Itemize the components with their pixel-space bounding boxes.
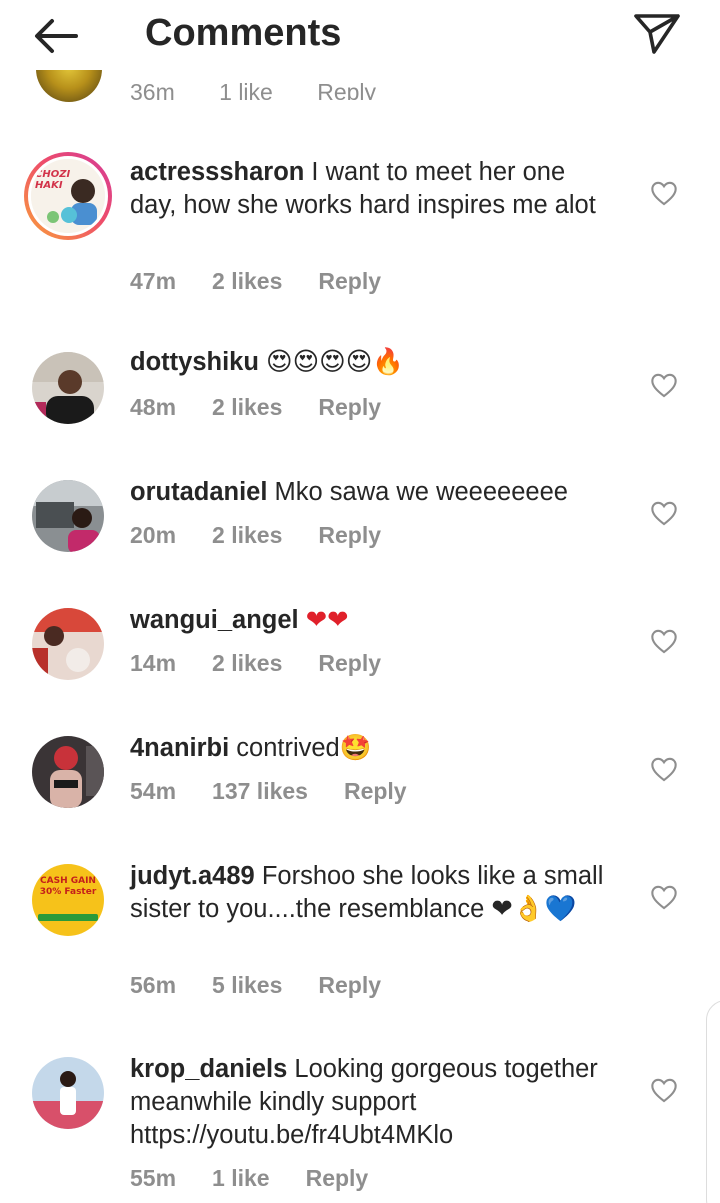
comment-username[interactable]: krop_daniels [130, 1055, 287, 1083]
avatar-image [32, 480, 104, 552]
comment-text: orutadaniel Mko sawa we weeeeeeee [130, 476, 630, 509]
floating-panel-edge[interactable] [706, 1000, 720, 1203]
avatar-logo-text: CASH GAIN 30% Faster [39, 876, 97, 897]
comment-time: 20m [130, 522, 177, 548]
arrow-left-icon[interactable] [30, 14, 82, 58]
comment-text: krop_daniels Looking gorgeous together m… [130, 1053, 610, 1152]
comment-meta: 48m 2 likes Reply [130, 394, 417, 421]
heart-outline-icon[interactable] [650, 628, 678, 654]
heart-outline-icon[interactable] [650, 884, 678, 910]
avatar-image [32, 1057, 104, 1129]
avatar[interactable] [32, 352, 104, 424]
reply-button[interactable]: Reply [306, 1165, 369, 1192]
comment-username[interactable]: orutadaniel [130, 478, 267, 506]
comment-username[interactable]: actresssharon [130, 158, 304, 186]
comment-username[interactable]: 4nanirbi [130, 734, 229, 762]
comment-time: 56m [130, 972, 177, 998]
comment-username[interactable]: dottyshiku [130, 348, 259, 376]
comment-text: wangui_angel ❤❤ [130, 604, 630, 637]
reply-button[interactable]: Reply [318, 268, 381, 295]
comment-likes[interactable]: 5 likes [212, 972, 282, 999]
avatar[interactable] [32, 1057, 104, 1129]
comment-meta: 20m 2 likes Reply [130, 522, 417, 549]
avatar[interactable] [32, 608, 104, 680]
avatar[interactable]: CASH GAIN 30% Faster [32, 864, 104, 936]
comment-body: 😍😍😍😍🔥 [258, 348, 405, 376]
avatar[interactable] [32, 480, 104, 552]
comment-meta: 54m 137 likes Reply [130, 778, 443, 805]
paper-plane-icon[interactable] [630, 8, 684, 56]
comment-time: 47m [130, 268, 177, 294]
comment-time: 36m [130, 79, 175, 100]
heart-outline-icon[interactable] [650, 756, 678, 782]
comment-text: 4nanirbi contrived🤩 [130, 732, 630, 765]
comment-time: 54m [130, 778, 177, 804]
avatar[interactable] [32, 736, 104, 808]
reply-button[interactable]: Reply [344, 778, 407, 805]
reply-button[interactable]: Reply [318, 522, 381, 549]
reply-button[interactable]: Reply [318, 650, 381, 677]
comment-meta: 36m 1 like Reply [130, 78, 414, 100]
comment-time: 48m [130, 394, 177, 420]
top-bar: Comments [0, 0, 720, 70]
comment-time: 14m [130, 650, 177, 676]
comment-likes[interactable]: 2 likes [212, 394, 282, 421]
page-title: Comments [145, 12, 342, 54]
heart-outline-icon[interactable] [650, 180, 678, 206]
heart-outline-icon[interactable] [650, 1077, 678, 1103]
comment-likes[interactable]: 2 likes [212, 522, 282, 549]
comment-body: contrived🤩 [229, 734, 372, 762]
reply-button[interactable]: Reply [318, 394, 381, 421]
comment-text: actresssharon I want to meet her one day… [130, 156, 610, 222]
comment-likes[interactable]: 137 likes [212, 778, 308, 805]
comment-text: judyt.a489 Forshoo she looks like a smal… [130, 860, 610, 926]
comment-username[interactable]: wangui_angel [130, 606, 299, 634]
comment-meta: 56m 5 likes Reply [130, 972, 417, 999]
heart-outline-icon[interactable] [650, 372, 678, 398]
reply-button[interactable]: Reply [318, 972, 381, 999]
avatar[interactable]: CHOZI HAKI [24, 152, 112, 240]
comment-username[interactable]: judyt.a489 [130, 862, 255, 890]
comments-feed[interactable]: 36m 1 like Reply CHOZI HAKI actresssharo… [0, 0, 720, 1203]
avatar-image: CASH GAIN 30% Faster [32, 864, 104, 936]
comment-likes[interactable]: 2 likes [212, 650, 282, 677]
avatar-image: CHOZI HAKI [28, 156, 108, 236]
comment-time: 55m [130, 1165, 177, 1191]
comment-meta: 55m 1 like Reply [130, 1165, 404, 1192]
avatar-image [32, 736, 104, 808]
comment-body: ❤❤ [298, 606, 349, 634]
comment-likes[interactable]: 1 like [219, 79, 273, 100]
comment-likes[interactable]: 1 like [212, 1165, 270, 1192]
avatar-image [32, 352, 104, 424]
comment-text: dottyshiku 😍😍😍😍🔥 [130, 346, 630, 379]
reply-button[interactable]: Reply [317, 79, 376, 100]
comment-meta: 47m 2 likes Reply [130, 268, 417, 295]
comment-likes[interactable]: 2 likes [212, 268, 282, 295]
comment-body: Mko sawa we weeeeeeee [267, 478, 568, 506]
avatar-logo-text: CHOZI HAKI [35, 169, 71, 191]
comment-meta: 14m 2 likes Reply [130, 650, 417, 677]
heart-outline-icon[interactable] [650, 500, 678, 526]
avatar-image [32, 608, 104, 680]
